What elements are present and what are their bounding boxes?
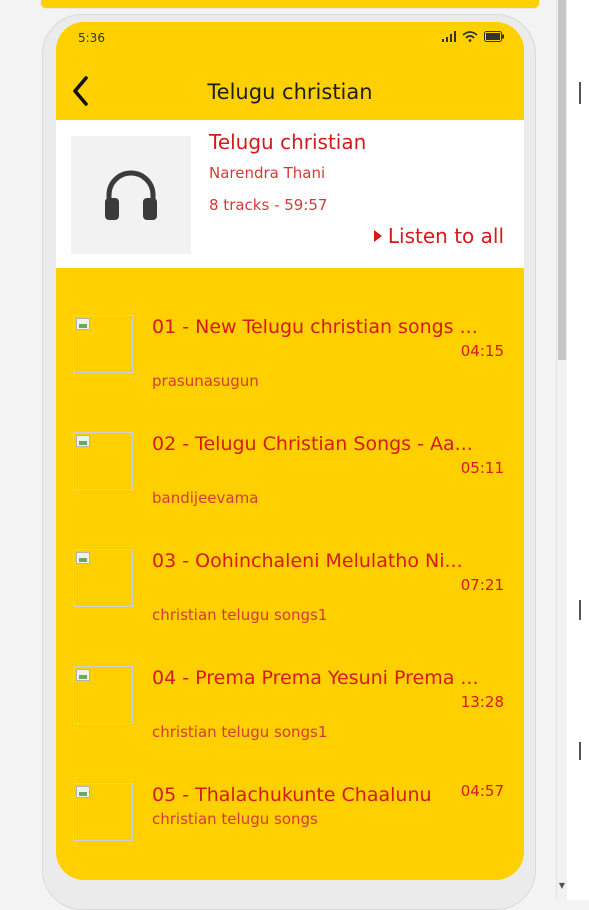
track-title: 04 - Prema Prema Yesuni Prema ... <box>152 667 479 689</box>
broken-image-icon <box>76 435 90 447</box>
broken-image-icon <box>76 318 90 330</box>
track-thumbnail <box>73 666 133 724</box>
status-time: 5:36 <box>78 31 105 45</box>
track-title: 05 - Thalachukunte Chaalunu <box>152 784 432 806</box>
playlist-cover <box>71 136 191 254</box>
scroll-down-arrow-icon[interactable]: ▼ <box>559 881 565 890</box>
previous-card-edge <box>40 0 540 9</box>
app-screen: 5:36 Telugu christian Telugu christian N… <box>56 22 524 880</box>
track-row[interactable]: 01 - New Telugu christian songs ... 04:1… <box>56 312 524 429</box>
broken-image-icon <box>76 669 90 681</box>
track-artist: christian telugu songs1 <box>152 723 328 741</box>
track-row[interactable]: 04 - Prema Prema Yesuni Prema ... 13:28 … <box>56 663 524 780</box>
listen-to-all-button[interactable]: Listen to all <box>373 224 504 248</box>
listen-to-all-label: Listen to all <box>387 224 504 248</box>
track-row[interactable]: 05 - Thalachukunte Chaalunu 04:57 christ… <box>56 780 524 880</box>
page-title: Telugu christian <box>207 80 373 104</box>
track-title: 01 - New Telugu christian songs ... <box>152 316 478 338</box>
playlist-card: Telugu christian Narendra Thani 8 tracks… <box>56 120 524 268</box>
track-artist: christian telugu songs1 <box>152 606 328 624</box>
track-duration: 04:57 <box>460 782 504 800</box>
playlist-title: Telugu christian <box>209 130 367 154</box>
track-duration: 07:21 <box>460 576 504 594</box>
battery-icon <box>484 31 504 42</box>
playlist-meta: 8 tracks - 59:57 <box>209 196 328 214</box>
track-duration: 05:11 <box>460 459 504 477</box>
broken-image-icon <box>76 786 90 798</box>
edge-mark <box>579 742 581 760</box>
track-duration: 04:15 <box>460 342 504 360</box>
broken-image-icon <box>76 552 90 564</box>
wifi-icon <box>462 31 478 42</box>
page-margin <box>567 0 589 900</box>
signal-icon <box>442 31 456 42</box>
playlist-artist[interactable]: Narendra Thani <box>209 164 325 182</box>
track-thumbnail <box>73 549 133 607</box>
track-thumbnail <box>73 315 133 373</box>
track-duration: 13:28 <box>460 693 504 711</box>
status-bar: 5:36 <box>56 22 524 54</box>
track-title: 02 - Telugu Christian Songs - Aa... <box>152 433 473 455</box>
app-header: Telugu christian <box>56 54 524 120</box>
track-title: 03 - Oohinchaleni Melulatho Ni... <box>152 550 463 572</box>
track-artist: bandijeevama <box>152 489 259 507</box>
status-icons <box>442 31 504 42</box>
track-artist: prasunasugun <box>152 372 259 390</box>
track-list: 01 - New Telugu christian songs ... 04:1… <box>56 312 524 880</box>
edge-mark <box>579 600 581 620</box>
track-row[interactable]: 02 - Telugu Christian Songs - Aa... 05:1… <box>56 429 524 546</box>
track-thumbnail <box>73 783 133 841</box>
track-artist: christian telugu songs <box>152 810 318 828</box>
track-thumbnail <box>73 432 133 490</box>
headphones-icon <box>105 170 157 220</box>
edge-mark <box>579 82 581 104</box>
scrollbar-thumb[interactable] <box>558 0 566 360</box>
track-row[interactable]: 03 - Oohinchaleni Melulatho Ni... 07:21 … <box>56 546 524 663</box>
play-triangle-icon <box>373 230 382 242</box>
